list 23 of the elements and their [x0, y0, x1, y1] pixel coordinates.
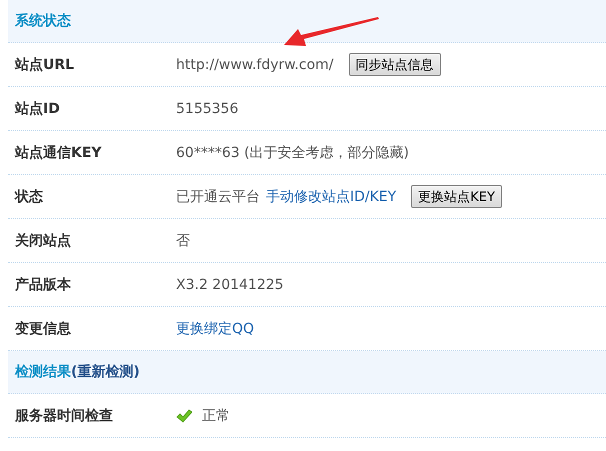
action-button[interactable]: 同步站点信息: [348, 53, 440, 76]
recheck-link[interactable]: (重新检测): [71, 363, 140, 381]
field-value: 否: [176, 232, 190, 250]
check-icon: [176, 408, 192, 422]
field-label: 变更信息: [14, 320, 72, 338]
field-value: X3.2 20141225: [176, 276, 284, 292]
field-label: 站点URL: [14, 56, 76, 74]
field-value: 已开通云平台: [176, 188, 260, 206]
field-label: 状态: [14, 188, 44, 206]
action-button[interactable]: 更换站点KEY: [411, 185, 502, 208]
field-label: 服务器时间检查: [14, 406, 114, 424]
status-text: 正常: [202, 406, 230, 424]
field-value: http://www.fdyrw.com/: [176, 56, 334, 72]
text-link[interactable]: 更换绑定QQ: [176, 320, 254, 338]
section-title: 系统状态: [15, 12, 71, 30]
field-label: 站点ID: [14, 100, 61, 118]
field-label: 关闭站点: [14, 232, 72, 250]
field-label: 站点通信KEY: [14, 144, 103, 162]
field-value: 60****63 (出于安全考虑，部分隐藏): [176, 144, 410, 162]
field-label: 产品版本: [14, 276, 72, 294]
text-link[interactable]: 手动修改站点ID/KEY: [266, 188, 396, 206]
field-value: 5155356: [176, 100, 238, 116]
section-title: 检测结果: [15, 363, 71, 381]
